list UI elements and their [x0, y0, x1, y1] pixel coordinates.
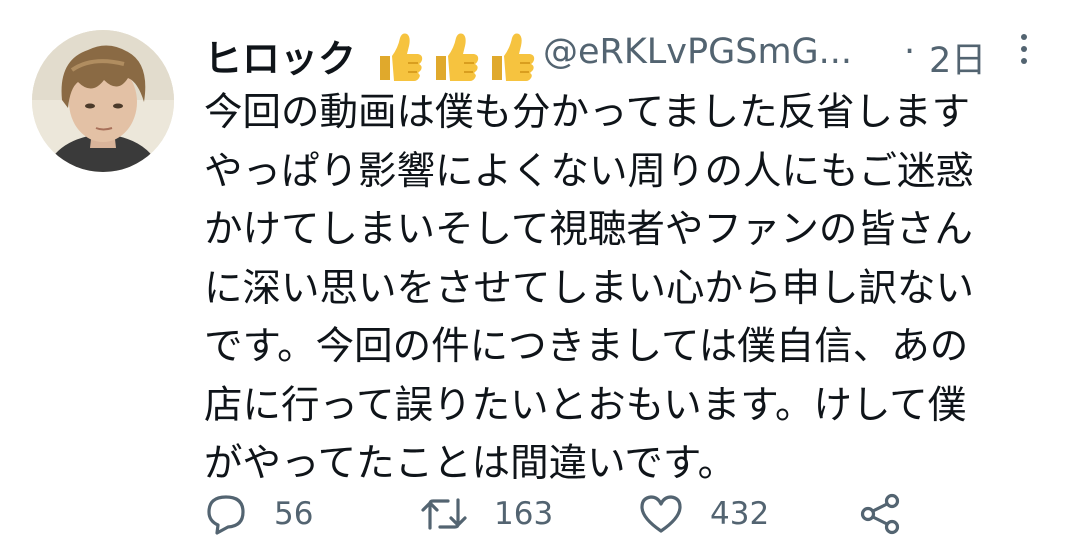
user-handle[interactable]: @eRKLvPGSmG... [543, 32, 852, 72]
retweet-button[interactable]: 163 [420, 488, 553, 540]
display-name[interactable]: ヒロック [204, 28, 356, 83]
thumbs-up-icon [492, 33, 535, 81]
share-button[interactable] [858, 488, 902, 540]
avatar-image [32, 30, 174, 172]
retweet-count: 163 [494, 496, 554, 532]
name-emoji-group [374, 30, 538, 86]
reply-button[interactable]: 56 [204, 488, 313, 540]
tweet-text-line: やっぱり影響によくない周りの人にもご迷惑 [204, 148, 975, 194]
share-icon [860, 493, 900, 535]
thumbs-up-icon [436, 33, 479, 81]
tweet-header: ヒロック @eRKLvPGSmG... · 2日 [204, 20, 1044, 86]
reply-count: 56 [274, 496, 314, 532]
tweet-text-line: かけてしまいそして視聴者やファンの皆さん [204, 207, 973, 252]
more-options-icon[interactable] [1012, 28, 1036, 78]
tweet-text-line: 店に行って誤りたいとおもいます。けして僕 [204, 382, 967, 428]
thumbs-up-icon [380, 33, 423, 81]
tweet-text: 今回の動画は僕も分かってました反省します やっぱり影響によくない周りの人にもご迷… [204, 84, 1054, 494]
tweet-text-line: です。今回の件につきましては僕自信、あの [204, 324, 969, 369]
like-count: 432 [710, 496, 770, 532]
tweet-text-line: がやってたことは間違いです。 [204, 441, 737, 486]
avatar[interactable] [32, 30, 174, 172]
like-button[interactable]: 432 [638, 488, 769, 540]
retweet-arrows-icon [421, 498, 467, 530]
speech-bubble-icon [207, 495, 245, 535]
tweet-text-line: 今回の動画は僕も分かってました反省します [204, 90, 971, 135]
tweet-action-bar: 56 163 432 [204, 488, 1064, 540]
tweet-timestamp[interactable]: 2日 [929, 32, 986, 83]
tweet-text-line: に深い思いをさせてしまい心から申し訳ない [204, 265, 975, 311]
separator-dot: · [904, 32, 916, 72]
heart-icon [640, 495, 682, 533]
